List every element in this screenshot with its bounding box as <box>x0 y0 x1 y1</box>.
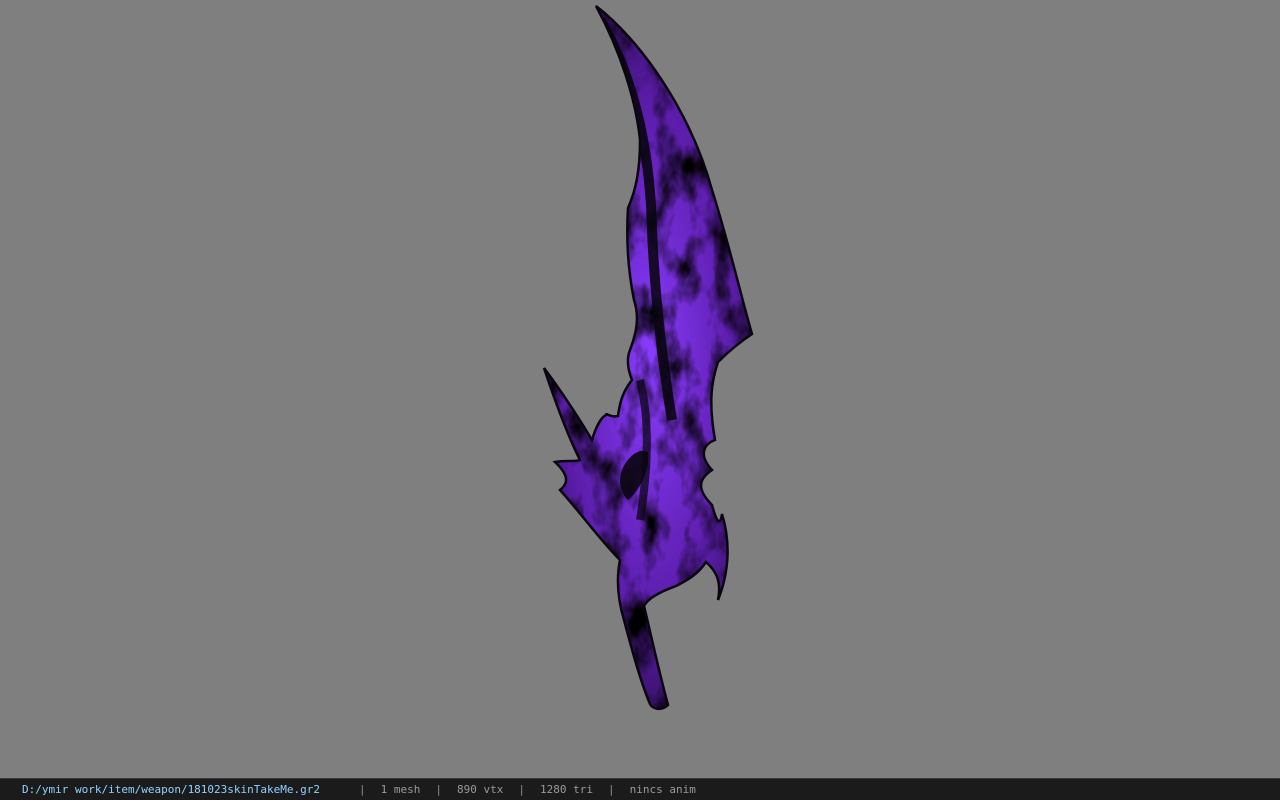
animation-status: nincs anim <box>629 783 696 796</box>
separator: | <box>359 783 366 796</box>
triangle-count: 1280 tri <box>540 783 593 796</box>
sword-model[interactable] <box>0 0 1280 778</box>
sword-blade <box>542 5 754 711</box>
separator: | <box>518 783 525 796</box>
file-path: D:/ymir work/item/weapon/181023skinTakeM… <box>22 783 321 796</box>
3d-viewport[interactable] <box>0 0 1280 778</box>
status-bar: D:/ymir work/item/weapon/181023skinTakeM… <box>0 778 1280 800</box>
mesh-count: 1 mesh <box>380 783 421 796</box>
separator: | <box>435 783 443 796</box>
separator: | <box>607 783 615 796</box>
vertex-count: 890 vtx <box>457 783 504 796</box>
